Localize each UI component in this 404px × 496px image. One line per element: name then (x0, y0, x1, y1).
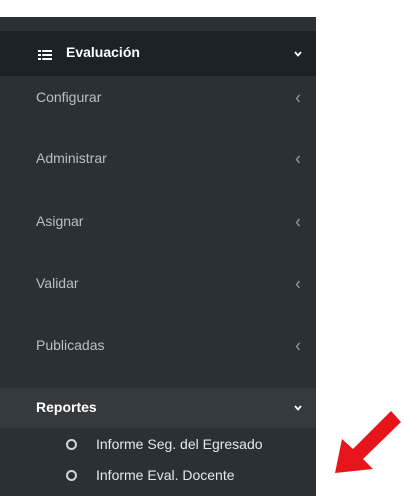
sidebar-item-label: Administrar (36, 150, 107, 166)
sidebar-item-administrar[interactable]: Administrar (0, 139, 316, 179)
sidebar-item-label: Configurar (36, 89, 102, 105)
sidebar-item-label: Publicadas (36, 337, 105, 353)
circle-icon (66, 439, 77, 450)
chevron-left-icon (295, 280, 301, 289)
annotation-arrow-icon (335, 411, 401, 473)
sidebar-item-reportes-label: Reportes (36, 399, 97, 415)
submenu-item-label: Informe Eval. Docente (96, 467, 235, 483)
sidebar-item-publicadas[interactable]: Publicadas (0, 326, 316, 366)
list-icon (38, 50, 52, 60)
section-evaluacion[interactable]: Evaluación (0, 31, 316, 76)
sidebar-item-label: Validar (36, 275, 79, 291)
sidebar-item-label: Asignar (36, 213, 84, 229)
sidebar-item-configurar[interactable]: Configurar (0, 78, 316, 118)
chevron-down-icon (294, 405, 302, 411)
chevron-left-icon (295, 342, 301, 351)
chevron-left-icon (295, 218, 301, 227)
chevron-left-icon (295, 94, 301, 103)
sidebar-item-reportes[interactable]: Reportes (0, 388, 316, 428)
section-evaluacion-label: Evaluación (66, 44, 140, 60)
submenu-item-informe-seg-egresado[interactable]: Informe Seg. del Egresado (0, 432, 316, 458)
sidebar-item-validar[interactable]: Validar (0, 264, 316, 304)
sidebar-menu: Evaluación Configurar Administrar Asigna… (0, 17, 316, 496)
chevron-left-icon (295, 155, 301, 164)
circle-icon (66, 470, 77, 481)
sidebar-item-asignar[interactable]: Asignar (0, 202, 316, 242)
chevron-down-icon (294, 51, 302, 57)
screenshot-canvas: Evaluación Configurar Administrar Asigna… (0, 0, 404, 496)
submenu-item-informe-eval-docente[interactable]: Informe Eval. Docente (0, 463, 316, 489)
submenu-item-label: Informe Seg. del Egresado (96, 436, 263, 452)
